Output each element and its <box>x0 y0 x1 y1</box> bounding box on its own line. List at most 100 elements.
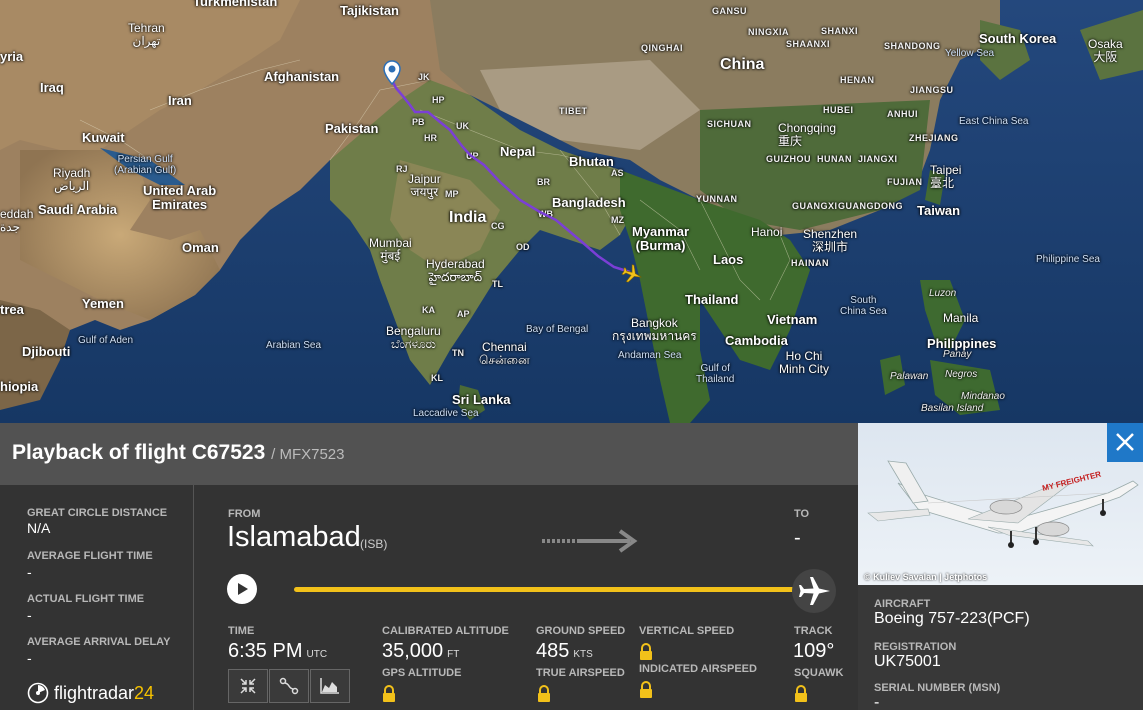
map-abbr-od: OD <box>516 242 530 252</box>
airplane-icon <box>799 577 830 605</box>
flightradar24-logo[interactable]: flightradar24 <box>27 680 154 706</box>
photo-credit[interactable]: © Kuliev Savalan | Jetphotos <box>864 572 987 582</box>
flight-info-panel: Playback of flight C67523 / MFX7523 GREA… <box>0 423 858 710</box>
map-label-india: India <box>449 209 487 226</box>
map-label-ho-chi-minh: Ho Chi Minh City <box>779 349 830 376</box>
map-abbr-rj: RJ <box>396 164 408 174</box>
map-label-andaman-sea: Andaman Sea <box>618 350 682 361</box>
vertical-speed-label: VERTICAL SPEED <box>639 625 735 637</box>
map-abbr-cg: CG <box>491 221 505 231</box>
map-label-bengaluru: Bengaluru ಬೆಂಗಳೂರು <box>386 324 441 351</box>
map-abbr-wb: WB <box>538 209 553 219</box>
map-label-mumbai: Mumbai मुंबई <box>369 236 412 263</box>
registration-value: UK75001 <box>874 653 941 670</box>
aircraft-position-icon[interactable] <box>620 262 644 286</box>
map-label-vietnam: Vietnam <box>767 312 818 327</box>
squawk-lock-icon <box>795 685 807 702</box>
destination-value: - <box>794 527 801 549</box>
map-label-bhutan: Bhutan <box>569 154 614 169</box>
map-label-chongqing: Chongqing 重庆 <box>778 121 837 148</box>
gcd-label: GREAT CIRCLE DISTANCE <box>27 507 168 519</box>
map-label-gansu: GANSU <box>712 6 748 16</box>
map-label-saudi-arabia: Saudi Arabia <box>38 202 117 217</box>
aircraft-value: Boeing 757-223(PCF) <box>874 610 1030 627</box>
aircraft-label: AIRCRAFT <box>874 598 931 610</box>
map-label-yemen: Yemen <box>82 296 124 311</box>
gcd-value: N/A <box>27 520 51 536</box>
map-label-shenzhen: Shenzhen 深圳市 <box>803 227 858 254</box>
altitude-graph-button[interactable] <box>310 669 350 703</box>
fit-route-button[interactable] <box>228 669 268 703</box>
map-label-bangkok: Bangkok กรุงเทพมหานคร <box>612 316 697 343</box>
origin-code: (ISB) <box>360 537 388 551</box>
map-abbr-ka: KA <box>422 305 435 315</box>
time-unit: UTC <box>306 649 328 660</box>
map-label-shanxi: SHANXI <box>821 26 859 36</box>
map-label-zhejiang: ZHEJIANG <box>909 133 959 143</box>
flight-title: Playback of flight C67523 / MFX7523 <box>12 441 344 465</box>
playback-handle[interactable] <box>792 569 836 613</box>
map-label-thailand: Thailand <box>685 292 739 307</box>
ground-speed-value-text: 485 <box>536 640 570 662</box>
avg-flight-time-label: AVERAGE FLIGHT TIME <box>27 550 153 562</box>
map-label-syria: yria <box>0 49 24 64</box>
squawk-label: SQUAWK <box>794 667 844 679</box>
map-abbr-tn: TN <box>452 348 464 358</box>
map-label-bay-of-bengal: Bay of Bengal <box>526 324 589 335</box>
map-label-basilan: Basilan Island <box>921 403 984 414</box>
logo-text: flightradar24 <box>54 683 154 704</box>
origin-city[interactable]: Islamabad <box>227 521 361 554</box>
aircraft-panel: MY FREIGHTER © Kuliev Savalan | Jetphoto… <box>858 423 1143 710</box>
playback-progress-bar[interactable] <box>294 587 798 592</box>
close-icon <box>1116 433 1134 451</box>
true-airspeed-lock-icon <box>538 685 550 702</box>
map-label-negros: Negros <box>945 369 978 380</box>
map-abbr-up: UP <box>466 151 479 161</box>
map-label-cambodia: Cambodia <box>725 333 788 348</box>
map-label-riyadh: Riyadh الرياض <box>53 166 91 193</box>
serial-number-label: SERIAL NUMBER (MSN) <box>874 682 1001 694</box>
map-label-east-china-sea: East China Sea <box>959 116 1029 127</box>
origin-marker-icon[interactable] <box>383 60 401 86</box>
from-label: FROM <box>228 508 261 520</box>
flight-map[interactable]: Turkmenistan Tajikistan Afghanistan Iran… <box>0 0 1143 423</box>
map-label-sri-lanka: Sri Lanka <box>452 392 511 407</box>
vertical-speed-lock-icon <box>640 643 652 660</box>
map-label-guizhou: GUIZHOU <box>766 154 811 164</box>
aircraft-photo[interactable]: MY FREIGHTER © Kuliev Savalan | Jetphoto… <box>858 423 1143 585</box>
map-label-hubei: HUBEI <box>823 105 854 115</box>
map-label-philippine-sea: Philippine Sea <box>1036 254 1100 265</box>
map-label-tehran: Tehran تهران <box>128 21 165 48</box>
map-label-myanmar: Myanmar (Burma) <box>632 224 690 253</box>
chart-icon <box>320 678 339 694</box>
map-label-tajikistan: Tajikistan <box>340 3 400 18</box>
map-label-pakistan: Pakistan <box>325 121 379 136</box>
route-view-button[interactable] <box>269 669 309 703</box>
track-label: TRACK <box>794 625 833 637</box>
map-label-yunnan: YUNNAN <box>696 194 738 204</box>
radar-logo-icon <box>27 682 49 704</box>
map-label-shandong: SHANDONG <box>884 41 941 51</box>
map-label-south-korea: South Korea <box>979 31 1057 46</box>
map-label-palawan: Palawan <box>890 371 929 382</box>
true-airspeed-label: TRUE AIRSPEED <box>536 667 625 679</box>
panel-header: Playback of flight C67523 / MFX7523 <box>0 423 858 485</box>
map-label-persian-gulf: Persian Gulf (Arabian Gulf) <box>114 154 177 176</box>
indicated-airspeed-lock-icon <box>640 681 652 698</box>
map-label-tibet: TIBET <box>559 106 588 116</box>
map-label-anhui: ANHUI <box>887 109 918 119</box>
close-button[interactable] <box>1107 423 1143 462</box>
map-label-ningxia: NINGXIA <box>748 27 790 37</box>
actual-flight-time-value: - <box>27 607 32 623</box>
map-label-uae: United Arab Emirates <box>143 183 217 212</box>
calibrated-altitude-label: CALIBRATED ALTITUDE <box>382 625 509 637</box>
map-label-qinghai: QINGHAI <box>641 43 684 53</box>
gps-altitude-lock-icon <box>383 685 395 702</box>
calibrated-altitude-value: 35,000 FT <box>382 640 459 663</box>
map-label-henan: HENAN <box>840 75 875 85</box>
map-label-gulf-of-thailand: Gulf of Thailand <box>696 363 735 385</box>
map-label-laos: Laos <box>713 252 744 267</box>
to-label: TO <box>794 508 810 520</box>
map-label-kuwait: Kuwait <box>82 130 125 145</box>
play-button[interactable] <box>227 574 257 604</box>
